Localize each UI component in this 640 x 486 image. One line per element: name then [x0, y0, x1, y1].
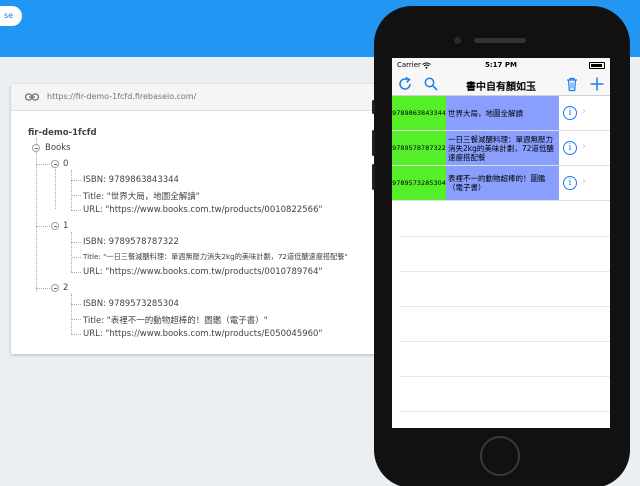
record-1-key[interactable]: 1 — [63, 221, 68, 231]
isbn-label: 9789863843344 — [392, 96, 446, 130]
trash-icon[interactable] — [564, 76, 580, 92]
chevron-right-icon: › — [582, 176, 586, 187]
empty-row-separator — [400, 306, 610, 307]
record-0-key[interactable]: 0 — [63, 159, 68, 169]
collapse-record-0-icon[interactable] — [51, 160, 59, 168]
tree-connector — [71, 319, 81, 320]
status-time: 5:17 PM — [485, 61, 517, 69]
tree-connector — [71, 242, 81, 243]
link-icon[interactable] — [25, 92, 39, 102]
phone-screen: Carrier 5:17 PM 書中自有顏如玉 9789863843344 世界… — [392, 58, 610, 428]
chevron-right-icon: › — [582, 106, 586, 117]
home-button[interactable] — [480, 436, 520, 476]
record-2-url[interactable]: URL: "https://www.books.com.tw/products/… — [83, 329, 322, 339]
empty-row-separator — [400, 271, 610, 272]
title-label: 一日三餐減醣料理：單週無壓力消失2kg的美味計劃，72道低醣速瘦搭配餐 — [446, 131, 559, 165]
empty-row-separator — [400, 411, 610, 412]
tree-connector — [71, 195, 81, 196]
isbn-label: 9789573285304 — [392, 166, 446, 200]
record-1-isbn[interactable]: ISBN: 9789578787322 — [83, 237, 179, 247]
tree-connector — [55, 169, 56, 209]
title-label: 世界大局，地圖全解讀 — [446, 96, 559, 130]
add-icon[interactable] — [589, 76, 605, 92]
record-0-isbn[interactable]: ISBN: 9789863843344 — [83, 175, 179, 185]
empty-row-separator — [400, 236, 610, 237]
collapse-record-1-icon[interactable] — [51, 222, 59, 230]
database-card: https://fir-demo-1fcfd.firebaseio.com/ f… — [11, 84, 393, 354]
books-key[interactable]: Books — [45, 143, 71, 153]
tree-connector — [71, 272, 81, 273]
earpiece-speaker — [474, 38, 526, 43]
record-2-title[interactable]: Title: "表裡不一的動物超棒的！圖鑑（電子書）" — [83, 314, 268, 326]
isbn-label: 9789578787322 — [392, 131, 446, 165]
tree-connector — [71, 180, 81, 181]
tree-connector — [71, 334, 81, 335]
book-row[interactable]: 9789578787322 一日三餐減醣料理：單週無壓力消失2kg的美味計劃，7… — [392, 131, 610, 166]
navigation-bar: 書中自有顏如玉 — [392, 72, 610, 96]
tree-connector — [71, 170, 72, 210]
record-2-key[interactable]: 2 — [63, 283, 68, 293]
tree-connector — [71, 210, 81, 211]
tree-connector — [71, 294, 72, 334]
project-dropdown[interactable]: se — [0, 6, 22, 26]
record-2-isbn[interactable]: ISBN: 9789573285304 — [83, 299, 179, 309]
battery-icon — [589, 62, 605, 69]
tree-connector — [71, 257, 81, 258]
book-row[interactable]: 9789863843344 世界大局，地圖全解讀 i › — [392, 96, 610, 131]
database-url-bar: https://fir-demo-1fcfd.firebaseio.com/ — [11, 84, 393, 111]
title-label: 表裡不一的動物超棒的！圖鑑（電子書） — [446, 166, 559, 200]
collapse-books-icon[interactable] — [32, 144, 40, 152]
collapse-record-2-icon[interactable] — [51, 284, 59, 292]
database-url[interactable]: https://fir-demo-1fcfd.firebaseio.com/ — [47, 92, 196, 101]
record-0-title[interactable]: Title: "世界大局，地圖全解讀" — [83, 190, 200, 202]
chevron-right-icon: › — [582, 141, 586, 152]
book-row[interactable]: 9789573285304 表裡不一的動物超棒的！圖鑑（電子書） i › — [392, 166, 610, 201]
tree-root[interactable]: fir-demo-1fcfd — [28, 128, 97, 138]
tree-connector — [71, 304, 81, 305]
volume-down-button — [372, 164, 375, 190]
tree-connector — [36, 152, 37, 292]
empty-row-separator — [400, 376, 610, 377]
tree-connector — [36, 288, 50, 289]
mute-switch — [372, 100, 375, 114]
status-bar: Carrier 5:17 PM — [392, 58, 610, 72]
tree-connector — [71, 232, 72, 272]
info-icon[interactable]: i — [563, 141, 577, 155]
record-1-url[interactable]: URL: "https://www.books.com.tw/products/… — [83, 267, 322, 277]
empty-row-separator — [400, 341, 610, 342]
info-icon[interactable]: i — [563, 106, 577, 120]
record-0-url[interactable]: URL: "https://www.books.com.tw/products/… — [83, 205, 322, 215]
tree-connector — [36, 226, 50, 227]
record-1-title[interactable]: Title: "一日三餐減醣料理：單週無壓力消失2kg的美味計劃，72道低醣速瘦… — [83, 252, 348, 262]
front-camera — [454, 37, 461, 44]
volume-up-button — [372, 130, 375, 156]
tree-connector — [36, 164, 50, 165]
info-icon[interactable]: i — [563, 176, 577, 190]
